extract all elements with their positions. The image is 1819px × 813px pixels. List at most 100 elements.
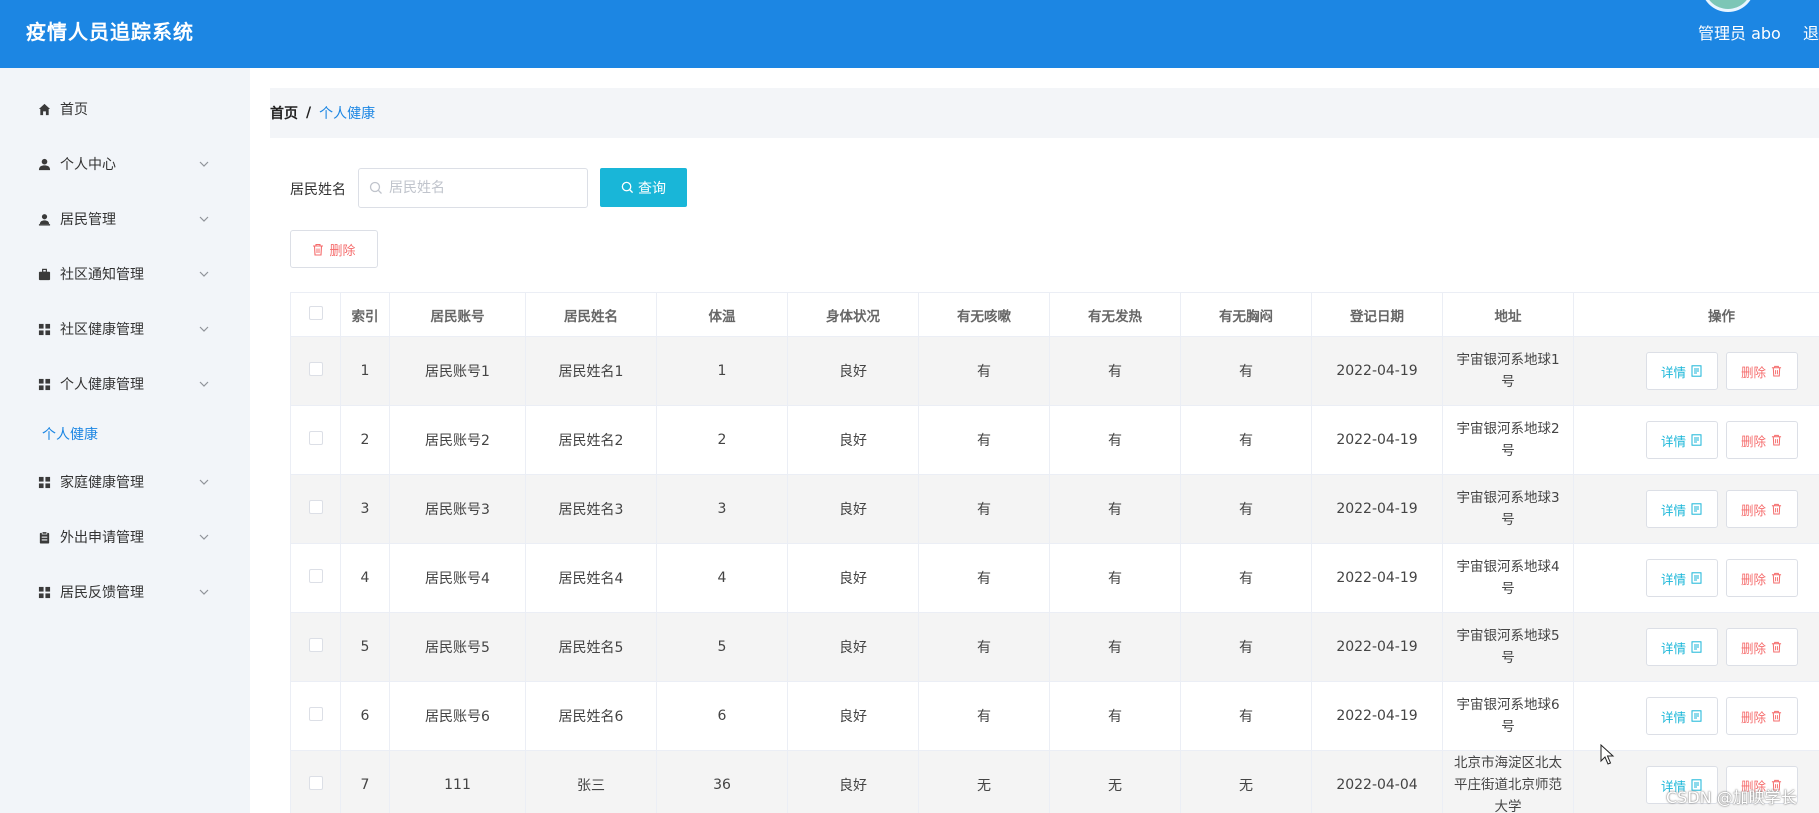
sidebar-subitem-personal-health[interactable]: 个人健康 (42, 424, 98, 444)
column-header: 有无咳嗽 (918, 292, 1050, 337)
query-button[interactable]: 查询 (600, 168, 687, 207)
cell-date: 2022-04-19 (1311, 405, 1443, 475)
cell-date: 2022-04-19 (1311, 543, 1443, 613)
cell-address: 北京市海淀区北太平庄街道北京师范大学 (1442, 750, 1574, 813)
chevron-down-icon (199, 534, 209, 540)
column-header: 有无胸闷 (1180, 292, 1312, 337)
detail-button-label: 详情 (1660, 502, 1686, 518)
avatar[interactable] (1701, 0, 1755, 12)
detail-button[interactable]: 详情 (1645, 490, 1718, 528)
sidebar-item-personal-health[interactable]: 个人健康管理 (0, 364, 250, 404)
row-actions: 详情 删除 (1573, 543, 1819, 613)
sidebar-item-resident-management[interactable]: 居民管理 (0, 199, 250, 239)
cell-fever: 有 (1049, 612, 1181, 682)
row-delete-button[interactable]: 删除 (1725, 352, 1798, 390)
resident-icon (37, 212, 51, 226)
row-checkbox[interactable] (308, 362, 323, 376)
row-select-cell[interactable] (290, 543, 341, 613)
column-header: 居民账号 (389, 292, 526, 337)
cell-temp: 2 (656, 405, 788, 475)
sidebar-item-family-health[interactable]: 家庭健康管理 (0, 462, 250, 502)
row-delete-button[interactable]: 删除 (1725, 628, 1798, 666)
cell-date: 2022-04-19 (1311, 612, 1443, 682)
search-box[interactable] (358, 168, 588, 208)
breadcrumb-home[interactable]: 首页 (270, 103, 298, 123)
cell-chest: 有 (1180, 612, 1312, 682)
cell-chest: 无 (1180, 750, 1312, 813)
cell-chest: 有 (1180, 474, 1312, 544)
sidebar-item-community-notice[interactable]: 社区通知管理 (0, 254, 250, 294)
row-select-cell[interactable] (290, 336, 341, 406)
header-select-all[interactable] (290, 292, 341, 337)
briefcase-icon (37, 267, 51, 281)
cell-condition: 良好 (787, 405, 919, 475)
trash-icon (313, 243, 324, 256)
table-row: 2 居民账号2 居民姓名2 2 良好有有有 2022-04-19 宇宙银河系地球2号 详情 删除 (290, 405, 1819, 475)
breadcrumb: 首页 / 个人健康 (270, 88, 1819, 138)
row-checkbox[interactable] (308, 638, 323, 652)
document-icon (1691, 710, 1702, 722)
grid-icon (37, 322, 51, 336)
row-delete-label: 删除 (1740, 571, 1766, 587)
row-select-cell[interactable] (290, 750, 341, 813)
cell-fever: 无 (1049, 750, 1181, 813)
cell-name: 张三 (525, 750, 657, 813)
select-all-checkbox[interactable] (308, 305, 323, 320)
health-table: 索引 居民账号 居民姓名 体温 身体状况 有无咳嗽 有无发热 有无胸闷 登记日期… (290, 292, 1819, 813)
row-checkbox[interactable] (308, 707, 323, 721)
detail-button[interactable]: 详情 (1645, 559, 1718, 597)
row-select-cell[interactable] (290, 405, 341, 475)
cell-cough: 有 (918, 543, 1050, 613)
column-header: 体温 (656, 292, 788, 337)
batch-delete-button[interactable]: 删除 (290, 230, 378, 268)
row-select-cell[interactable] (290, 681, 341, 751)
cell-chest: 有 (1180, 336, 1312, 406)
row-checkbox[interactable] (308, 431, 323, 445)
cell-address: 宇宙银河系地球4号 (1442, 543, 1574, 613)
sidebar-item-community-health[interactable]: 社区健康管理 (0, 309, 250, 349)
cell-cough: 有 (918, 336, 1050, 406)
cell-index: 1 (340, 336, 390, 406)
row-checkbox[interactable] (308, 500, 323, 514)
cell-cough: 有 (918, 474, 1050, 544)
cell-chest: 有 (1180, 405, 1312, 475)
row-select-cell[interactable] (290, 474, 341, 544)
detail-button[interactable]: 详情 (1645, 421, 1718, 459)
logout-link[interactable]: 退 (1803, 20, 1819, 44)
row-delete-button[interactable]: 删除 (1725, 697, 1798, 735)
batch-delete-label: 删除 (329, 243, 356, 259)
cell-chest: 有 (1180, 543, 1312, 613)
cell-cough: 有 (918, 681, 1050, 751)
cell-chest: 有 (1180, 681, 1312, 751)
cell-name: 居民姓名2 (525, 405, 657, 475)
table-body: 1 居民账号1 居民姓名1 1 良好有有有 2022-04-19 宇宙银河系地球1号 详情 删除… (290, 336, 1819, 813)
row-checkbox[interactable] (308, 569, 323, 583)
cell-condition: 良好 (787, 543, 919, 613)
row-checkbox[interactable] (308, 776, 323, 790)
column-header: 有无发热 (1049, 292, 1181, 337)
detail-button[interactable]: 详情 (1645, 352, 1718, 390)
row-delete-button[interactable]: 删除 (1725, 490, 1798, 528)
row-select-cell[interactable] (290, 612, 341, 682)
trash-icon (1771, 572, 1782, 584)
row-delete-label: 删除 (1740, 433, 1766, 449)
sidebar-item-personal-center[interactable]: 个人中心 (0, 144, 250, 184)
sidebar-item-home[interactable]: 首页 (0, 89, 250, 129)
cell-address: 宇宙银河系地球3号 (1442, 474, 1574, 544)
detail-button[interactable]: 详情 (1645, 628, 1718, 666)
detail-button-label: 详情 (1660, 364, 1686, 380)
grid-icon (37, 585, 51, 599)
sidebar-item-outing-application[interactable]: 外出申请管理 (0, 517, 250, 557)
cell-cough: 无 (918, 750, 1050, 813)
admin-label: 管理员 abo (1698, 24, 1781, 43)
search-input[interactable] (389, 169, 579, 207)
detail-button[interactable]: 详情 (1645, 697, 1718, 735)
chevron-down-icon (199, 161, 209, 167)
sidebar-item-resident-feedback[interactable]: 居民反馈管理 (0, 572, 250, 612)
cell-account: 居民账号3 (389, 474, 526, 544)
cell-temp: 5 (656, 612, 788, 682)
row-delete-button[interactable]: 删除 (1725, 559, 1798, 597)
cell-name: 居民姓名6 (525, 681, 657, 751)
document-icon (1691, 641, 1702, 653)
row-delete-button[interactable]: 删除 (1725, 421, 1798, 459)
